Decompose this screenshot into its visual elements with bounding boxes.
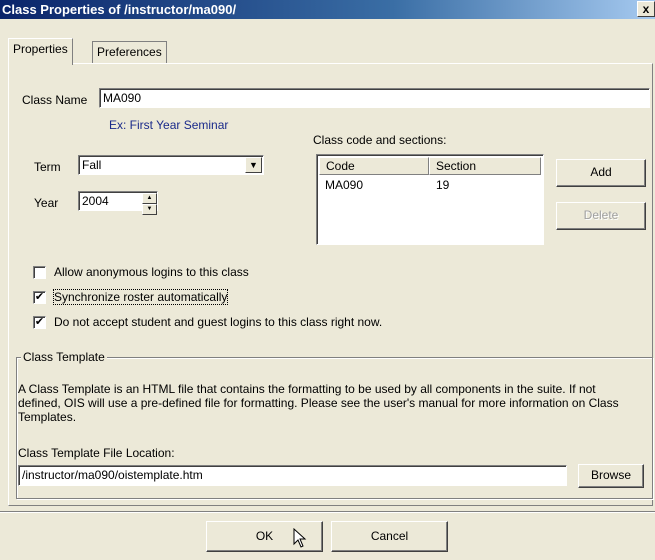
chevron-down-icon: ▼	[249, 160, 258, 170]
ok-label: OK	[255, 529, 274, 543]
term-dropdown-button[interactable]: ▼	[245, 157, 262, 173]
ok-button[interactable]: OK	[206, 521, 323, 552]
column-header-section[interactable]: Section	[429, 157, 541, 175]
tab-properties[interactable]: Properties	[8, 38, 73, 65]
anonymous-logins-label: Allow anonymous logins to this class	[54, 265, 249, 279]
synchronize-roster-label: Synchronize roster automatically	[52, 289, 229, 305]
browse-button[interactable]: Browse	[578, 464, 644, 488]
spin-up-icon: ▲	[146, 195, 153, 201]
spin-down-icon: ▼	[146, 206, 153, 212]
class-name-field[interactable]: MA090	[99, 88, 650, 108]
synchronize-roster-checkbox[interactable]: ✔	[33, 291, 46, 304]
tab-preferences[interactable]: Preferences	[92, 41, 167, 63]
template-file-label: Class Template File Location:	[18, 446, 175, 460]
mouse-cursor-icon	[293, 528, 307, 548]
class-name-label: Class Name	[22, 93, 88, 107]
close-button[interactable]: x	[637, 1, 655, 17]
column-header-code[interactable]: Code	[319, 157, 429, 175]
template-file-field[interactable]: /instructor/ma090/oistemplate.htm	[18, 465, 567, 486]
add-button[interactable]: Add	[556, 159, 646, 187]
year-down-button[interactable]: ▼	[142, 204, 157, 215]
class-template-description: A Class Template is an HTML file that co…	[18, 382, 619, 424]
window-title: Class Properties of /instructor/ma090/	[2, 2, 237, 17]
term-select[interactable]: Fall	[78, 155, 264, 175]
delete-button[interactable]: Delete	[556, 202, 646, 230]
cancel-button[interactable]: Cancel	[331, 521, 448, 552]
term-value: Fall	[82, 158, 102, 172]
anonymous-logins-checkbox[interactable]	[33, 266, 46, 279]
title-bar: Class Properties of /instructor/ma090/ x	[0, 0, 655, 19]
term-label: Term	[34, 160, 61, 174]
class-name-hint: Ex: First Year Seminar	[109, 118, 229, 132]
year-up-button[interactable]: ▲	[142, 193, 157, 204]
block-logins-label: Do not accept student and guest logins t…	[54, 315, 383, 329]
sections-label: Class code and sections:	[313, 133, 447, 147]
table-row-section[interactable]: 19	[436, 178, 449, 192]
close-icon: x	[642, 2, 650, 16]
table-row-code[interactable]: MA090	[325, 178, 363, 192]
footer-separator	[0, 511, 655, 513]
year-label: Year	[34, 196, 59, 210]
block-logins-checkbox[interactable]: ✔	[33, 316, 46, 329]
class-template-legend: Class Template	[21, 350, 107, 364]
sections-list[interactable]: Code Section MA090 19	[316, 154, 544, 245]
